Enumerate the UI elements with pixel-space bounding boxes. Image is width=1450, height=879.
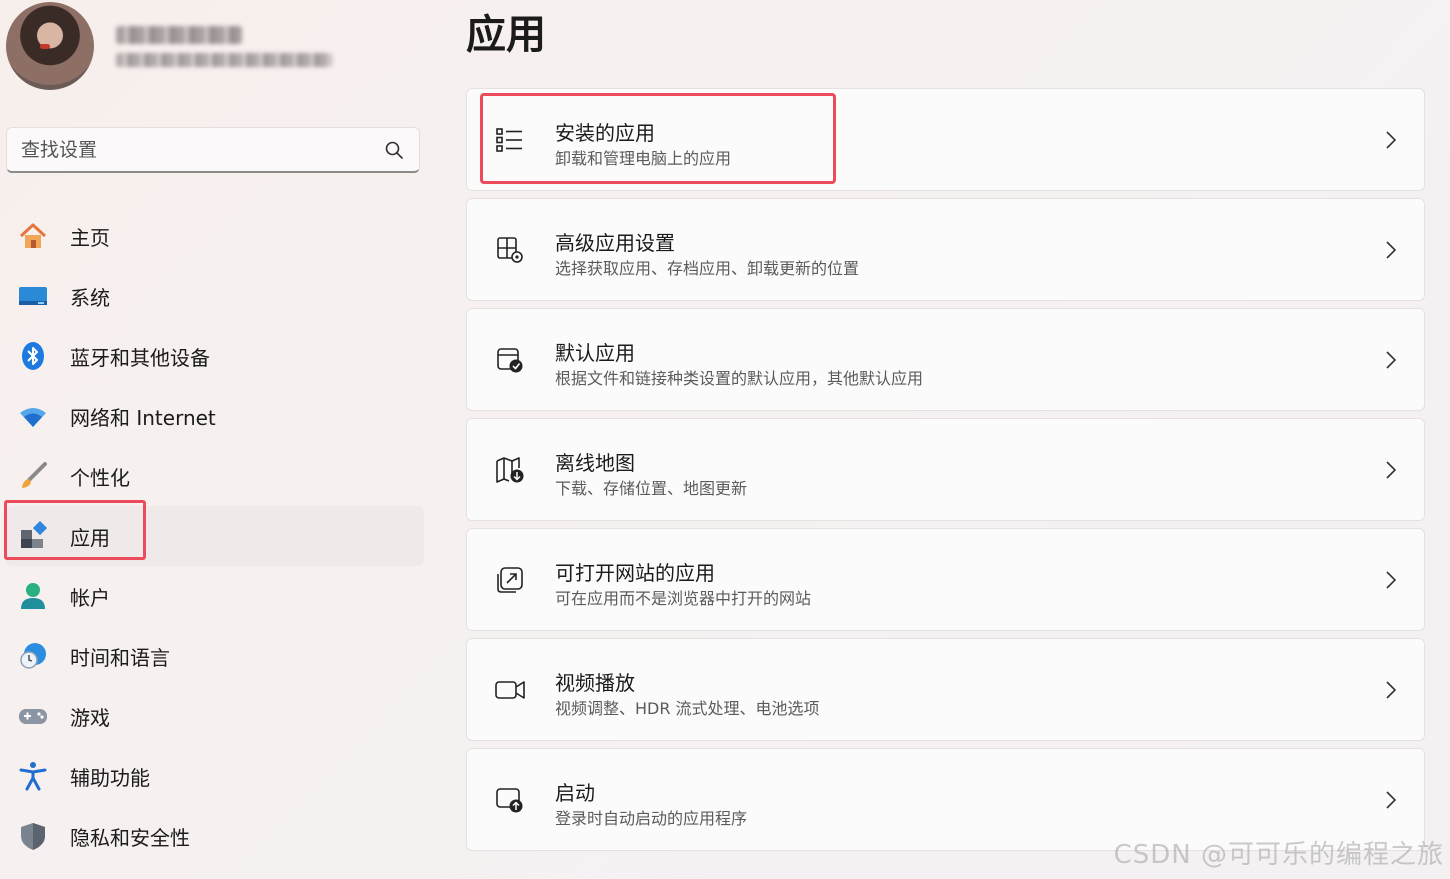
sidebar-item-label: 系统 bbox=[70, 285, 110, 310]
card-apps-for-websites[interactable]: 可打开网站的应用 可在应用而不是浏览器中打开的网站 bbox=[466, 528, 1425, 631]
bluetooth-icon bbox=[18, 341, 48, 371]
sidebar-item-label: 隐私和安全性 bbox=[70, 825, 190, 850]
sidebar-item-label: 个性化 bbox=[70, 465, 130, 490]
gamepad-icon bbox=[18, 701, 48, 731]
page-title: 应用 bbox=[466, 12, 546, 58]
chevron-right-icon bbox=[1386, 351, 1397, 369]
card-offline-maps[interactable]: 离线地图 下载、存储位置、地图更新 bbox=[466, 418, 1425, 521]
card-description: 卸载和管理电脑上的应用 bbox=[555, 149, 732, 168]
card-description: 登录时自动启动的应用程序 bbox=[555, 809, 748, 828]
sidebar-item-label: 网络和 Internet bbox=[70, 405, 216, 430]
card-installed-apps[interactable]: 安装的应用 卸载和管理电脑上的应用 bbox=[466, 88, 1425, 191]
card-title: 离线地图 bbox=[555, 451, 635, 475]
sidebar-item-bluetooth[interactable]: 蓝牙和其他设备 bbox=[6, 326, 424, 386]
apps-icon bbox=[18, 521, 48, 551]
chevron-right-icon bbox=[1386, 461, 1397, 479]
sidebar: 主页 系统 蓝牙和其他设备 网络和 Internet 个性化 bbox=[0, 0, 440, 879]
advanced-app-settings-icon bbox=[497, 237, 523, 263]
sidebar-item-apps[interactable]: 应用 bbox=[4, 500, 424, 566]
sidebar-item-accounts[interactable]: 帐户 bbox=[6, 566, 424, 626]
chevron-right-icon bbox=[1386, 791, 1397, 809]
user-avatar[interactable] bbox=[6, 2, 94, 90]
display-icon bbox=[18, 281, 48, 311]
startup-icon bbox=[496, 788, 523, 813]
user-name-blurred bbox=[116, 26, 242, 44]
account-icon bbox=[18, 581, 48, 611]
card-title: 安装的应用 bbox=[555, 121, 655, 145]
accessibility-icon bbox=[18, 761, 48, 791]
card-description: 下载、存储位置、地图更新 bbox=[555, 479, 748, 498]
search-icon[interactable] bbox=[385, 141, 403, 159]
chevron-right-icon bbox=[1386, 241, 1397, 259]
card-video-playback[interactable]: 视频播放 视频调整、HDR 流式处理、电池选项 bbox=[466, 638, 1425, 741]
chevron-right-icon bbox=[1386, 681, 1397, 699]
settings-card-list: 安装的应用 卸载和管理电脑上的应用 高级应用设置 选择获取应用、存档应用、卸载更… bbox=[466, 88, 1425, 858]
sidebar-item-label: 主页 bbox=[70, 225, 110, 250]
card-title: 启动 bbox=[555, 781, 595, 805]
sidebar-item-time-language[interactable]: 时间和语言 bbox=[6, 626, 424, 686]
sidebar-item-home[interactable]: 主页 bbox=[6, 206, 424, 266]
user-email-blurred bbox=[116, 53, 332, 67]
chevron-right-icon bbox=[1386, 571, 1397, 589]
card-title: 可打开网站的应用 bbox=[555, 561, 715, 585]
chevron-right-icon bbox=[1386, 131, 1397, 149]
search-box bbox=[6, 127, 420, 173]
sidebar-item-label: 应用 bbox=[70, 525, 110, 550]
time-language-icon bbox=[18, 641, 48, 671]
sidebar-item-label: 蓝牙和其他设备 bbox=[70, 345, 210, 370]
card-title: 视频播放 bbox=[555, 671, 635, 695]
sidebar-item-label: 时间和语言 bbox=[70, 645, 170, 670]
sidebar-item-personalization[interactable]: 个性化 bbox=[6, 446, 424, 506]
sidebar-item-label: 辅助功能 bbox=[70, 765, 150, 790]
card-description: 可在应用而不是浏览器中打开的网站 bbox=[555, 589, 812, 608]
video-camera-icon bbox=[495, 681, 525, 699]
card-default-apps[interactable]: 默认应用 根据文件和链接种类设置的默认应用，其他默认应用 bbox=[466, 308, 1425, 411]
default-apps-icon bbox=[497, 348, 523, 373]
sidebar-item-network[interactable]: 网络和 Internet bbox=[6, 386, 424, 446]
installed-apps-list-icon bbox=[496, 128, 522, 152]
sidebar-item-gaming[interactable]: 游戏 bbox=[6, 686, 424, 746]
apps-for-websites-icon bbox=[497, 567, 523, 593]
sidebar-item-system[interactable]: 系统 bbox=[6, 266, 424, 326]
search-input[interactable] bbox=[7, 128, 367, 172]
shield-icon bbox=[18, 821, 48, 851]
sidebar-nav: 主页 系统 蓝牙和其他设备 网络和 Internet 个性化 应用 帐户 时间和… bbox=[4, 206, 424, 866]
card-advanced-app-settings[interactable]: 高级应用设置 选择获取应用、存档应用、卸载更新的位置 bbox=[466, 198, 1425, 301]
sidebar-item-privacy[interactable]: 隐私和安全性 bbox=[6, 806, 424, 866]
sidebar-item-label: 游戏 bbox=[70, 705, 110, 730]
card-title: 高级应用设置 bbox=[555, 231, 675, 255]
card-title: 默认应用 bbox=[555, 341, 635, 365]
watermark: CSDN @可可乐的编程之旅 bbox=[1113, 840, 1444, 870]
home-icon bbox=[18, 221, 48, 251]
offline-maps-icon bbox=[496, 457, 524, 483]
sidebar-item-label: 帐户 bbox=[70, 585, 110, 610]
sidebar-item-accessibility[interactable]: 辅助功能 bbox=[6, 746, 424, 806]
brush-icon bbox=[18, 461, 48, 491]
card-description: 视频调整、HDR 流式处理、电池选项 bbox=[555, 699, 820, 718]
wifi-icon bbox=[18, 401, 48, 431]
card-description: 根据文件和链接种类设置的默认应用，其他默认应用 bbox=[555, 369, 924, 388]
card-description: 选择获取应用、存档应用、卸载更新的位置 bbox=[555, 259, 860, 278]
